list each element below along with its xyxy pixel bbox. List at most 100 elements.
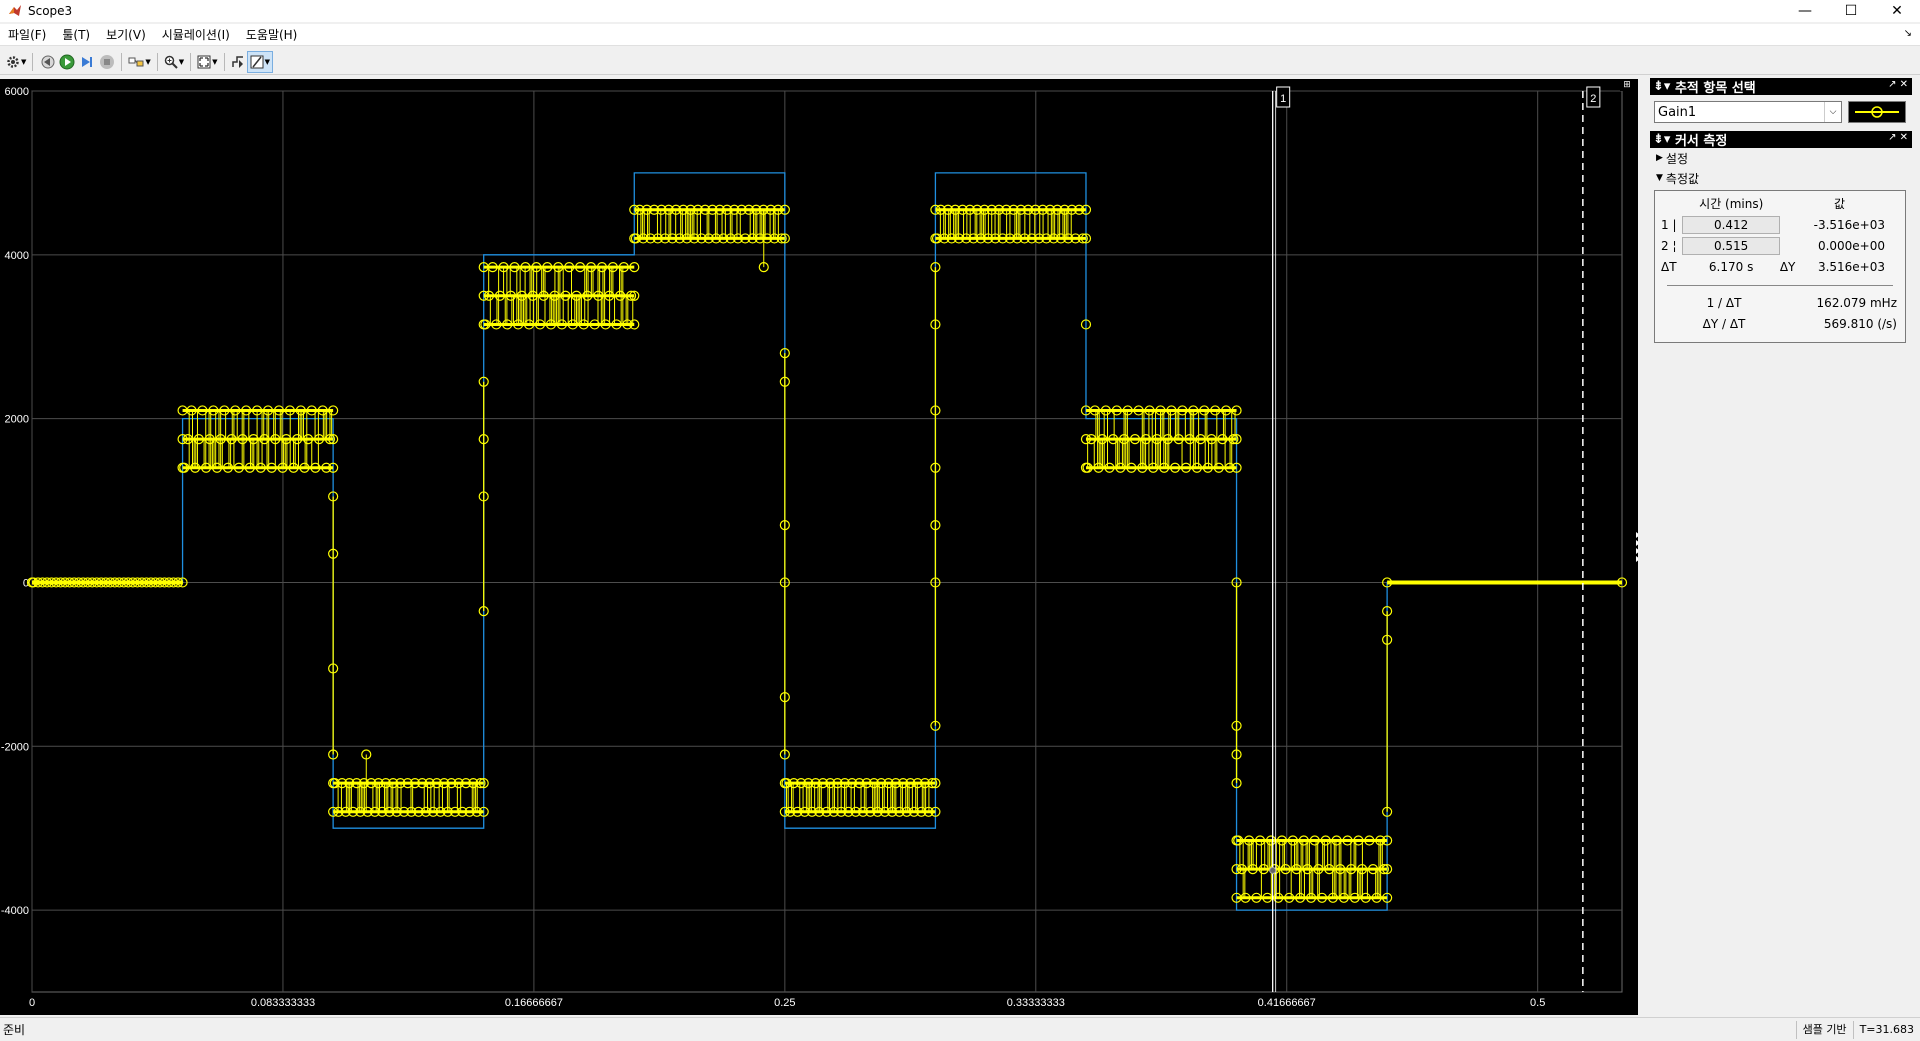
- col-value-header: 값: [1833, 197, 1846, 211]
- settings-node[interactable]: ▶ 설정: [1650, 148, 1912, 168]
- y-tick-label: 6000: [5, 86, 29, 98]
- dydt-row: ΔY / ΔT 569.810 (/s): [1661, 313, 1899, 334]
- x-tick-label: 0.083333333: [251, 997, 315, 1009]
- gear-icon: [7, 55, 19, 68]
- menu-simulation[interactable]: 시뮬레이션(I): [154, 26, 238, 43]
- x-tick-labels: 0 0.083333333 0.16666667 0.25 0.33333333 0.41…: [29, 997, 1545, 1009]
- triggers-button[interactable]: [229, 51, 247, 73]
- y-tick-labels: 6000400020000-2000-4000: [1, 86, 29, 917]
- cursor-panel-controls[interactable]: ↗ ✕: [1888, 132, 1908, 143]
- menu-file[interactable]: 파일(F): [0, 26, 54, 43]
- cursor-panel-title: 커서 측정: [1674, 134, 1728, 149]
- dydt-value: 569.810 (/s): [1823, 316, 1897, 331]
- cursor-measurements-button[interactable]: ▼: [246, 50, 273, 73]
- dydt-label: ΔY / ΔT: [1702, 316, 1746, 331]
- menu-tools[interactable]: 툴(T): [54, 26, 98, 43]
- highlight-block-button[interactable]: ▼: [126, 51, 152, 73]
- stop-button[interactable]: [97, 51, 117, 73]
- y-tick-label: 2000: [5, 414, 29, 426]
- x-tick-label: 0.5: [1530, 997, 1545, 1009]
- measurements-label: 측정값: [1665, 171, 1700, 186]
- autoscale-icon: [197, 55, 211, 68]
- status-sample-mode: 샘플 기반: [1795, 1021, 1853, 1039]
- menu-help[interactable]: 도움말(H): [238, 26, 306, 43]
- zoom-in-icon: [164, 55, 178, 69]
- yellow-signal-group: [26, 204, 1628, 903]
- legend-arrow-icon: [1636, 532, 1638, 538]
- run-icon: [59, 54, 75, 69]
- cursor-1-time-input[interactable]: 0.412: [1682, 215, 1780, 234]
- measurements-node[interactable]: ▼ 측정값: [1650, 168, 1912, 188]
- plot-frame: [31, 90, 1623, 993]
- collapse-arrow-icon: ▼: [1656, 173, 1663, 183]
- step-back-icon: [41, 55, 55, 68]
- chevron-down-icon[interactable]: ⌵: [1824, 102, 1841, 122]
- col-time-header: 시간 (mins): [1699, 197, 1764, 211]
- x-tick-label: 0: [29, 997, 35, 1009]
- step-forward-icon: [82, 56, 93, 67]
- legend-arrow-icon: [1636, 548, 1638, 554]
- minimize-button[interactable]: —: [1782, 0, 1828, 22]
- trace-panel-header: ⇟▾ 추적 항목 선택 ↗ ✕: [1650, 78, 1912, 96]
- highlight-block-icon: [128, 57, 144, 66]
- x-tick-label: 0.16666667: [505, 997, 563, 1009]
- triggers-icon: [231, 55, 243, 68]
- x-tick-label: 0.25: [774, 997, 795, 1009]
- cursor-measurements-icon: [250, 55, 264, 68]
- scope-plot[interactable]: 6000 4000 2000 0 -2000 -4000 0 0.083333333 0.16…: [0, 79, 1638, 1015]
- dock-arrow-icon[interactable]: ↘: [1904, 28, 1912, 39]
- cursor-1-label: 1: [1280, 93, 1286, 105]
- inv-dt-row: 1 / ΔT 162.079 mHz: [1661, 292, 1899, 313]
- matlab-icon: [9, 5, 21, 16]
- cursor-2-time-input[interactable]: 0.515: [1682, 236, 1780, 255]
- inv-dt-value: 162.079 mHz: [1816, 295, 1897, 310]
- panel-collapse-icon[interactable]: ⇟▾: [1653, 79, 1675, 94]
- panel-collapse-icon[interactable]: ⇟▾: [1653, 132, 1675, 147]
- menu-view[interactable]: 보기(V): [98, 26, 154, 43]
- cursor-group: 12: [1269, 86, 1638, 992]
- y-tick-label: -2000: [1, 741, 29, 753]
- line-marker-icon: [1855, 106, 1899, 118]
- maximize-button[interactable]: ☐: [1828, 0, 1874, 22]
- scope-plot-svg[interactable]: 6000 4000 2000 0 -2000 -4000 0 0.083333333 0.16…: [0, 79, 1638, 1015]
- cursor-2-label: 2: [1590, 93, 1596, 105]
- settings-label: 설정: [1665, 151, 1689, 166]
- measurements-divider: [1667, 285, 1893, 286]
- status-sim-time: T=31.683: [1852, 1021, 1920, 1039]
- measurements-box: 시간 (mins) 값 1 | 0.412 -3.516e+03 2 ¦ 0.5…: [1654, 190, 1906, 343]
- side-panels: ⇟▾ 추적 항목 선택 ↗ ✕ Gain1 ⌵ ⇟▾ 커서 측정 ↗ ✕ ▶ 설…: [1650, 78, 1912, 1015]
- trace-line-style[interactable]: [1848, 101, 1906, 123]
- expand-legend-button[interactable]: ⊞: [1620, 79, 1634, 91]
- cursor-row-1: 1 | 0.412 -3.516e+03: [1661, 214, 1899, 235]
- step-forward-button[interactable]: [77, 51, 97, 73]
- trace-select[interactable]: Gain1 ⌵: [1654, 101, 1842, 123]
- cursor-2-value: 0.000e+00: [1817, 238, 1885, 253]
- x-tick-label: 0.33333333: [1007, 997, 1065, 1009]
- delta-y-value: 3.516e+03: [1817, 259, 1885, 274]
- cursor-1-value: -3.516e+03: [1813, 217, 1885, 232]
- close-button[interactable]: ✕: [1874, 0, 1920, 22]
- cursor-1-index: 1 |: [1661, 217, 1677, 232]
- delta-row: ΔT 6.170 s ΔY 3.516e+03: [1661, 256, 1899, 277]
- plot-grid: [31, 90, 1623, 993]
- window-title: Scope3: [28, 4, 73, 18]
- run-button[interactable]: [57, 51, 77, 73]
- trace-panel-title: 추적 항목 선택: [1674, 81, 1756, 96]
- trace-select-value: Gain1: [1658, 104, 1697, 120]
- cursor-panel-header: ⇟▾ 커서 측정 ↗ ✕: [1650, 131, 1912, 149]
- trace-panel-controls[interactable]: ↗ ✕: [1888, 79, 1908, 90]
- title-bar: Scope3 — ☐ ✕: [0, 0, 1920, 22]
- autoscale-button[interactable]: ▼: [195, 51, 219, 73]
- zoom-button[interactable]: ▼: [162, 51, 186, 73]
- menu-bar: 파일(F) 툴(T) 보기(V) 시뮬레이션(I) 도움말(H) ↘: [0, 24, 1920, 46]
- config-button[interactable]: ▼: [4, 51, 28, 73]
- step-back-button[interactable]: [37, 51, 57, 73]
- blue-signal-group: [32, 172, 1622, 911]
- cursor-2-index: 2 ¦: [1661, 238, 1677, 253]
- blue-reference-line: [32, 172, 1622, 911]
- delta-t-value: 6.170 s: [1708, 259, 1754, 274]
- y-tick-label: -4000: [1, 905, 29, 917]
- stop-icon: [100, 54, 115, 69]
- status-ready: 준비: [3, 1023, 26, 1037]
- cursor-1-marker: [1269, 866, 1277, 874]
